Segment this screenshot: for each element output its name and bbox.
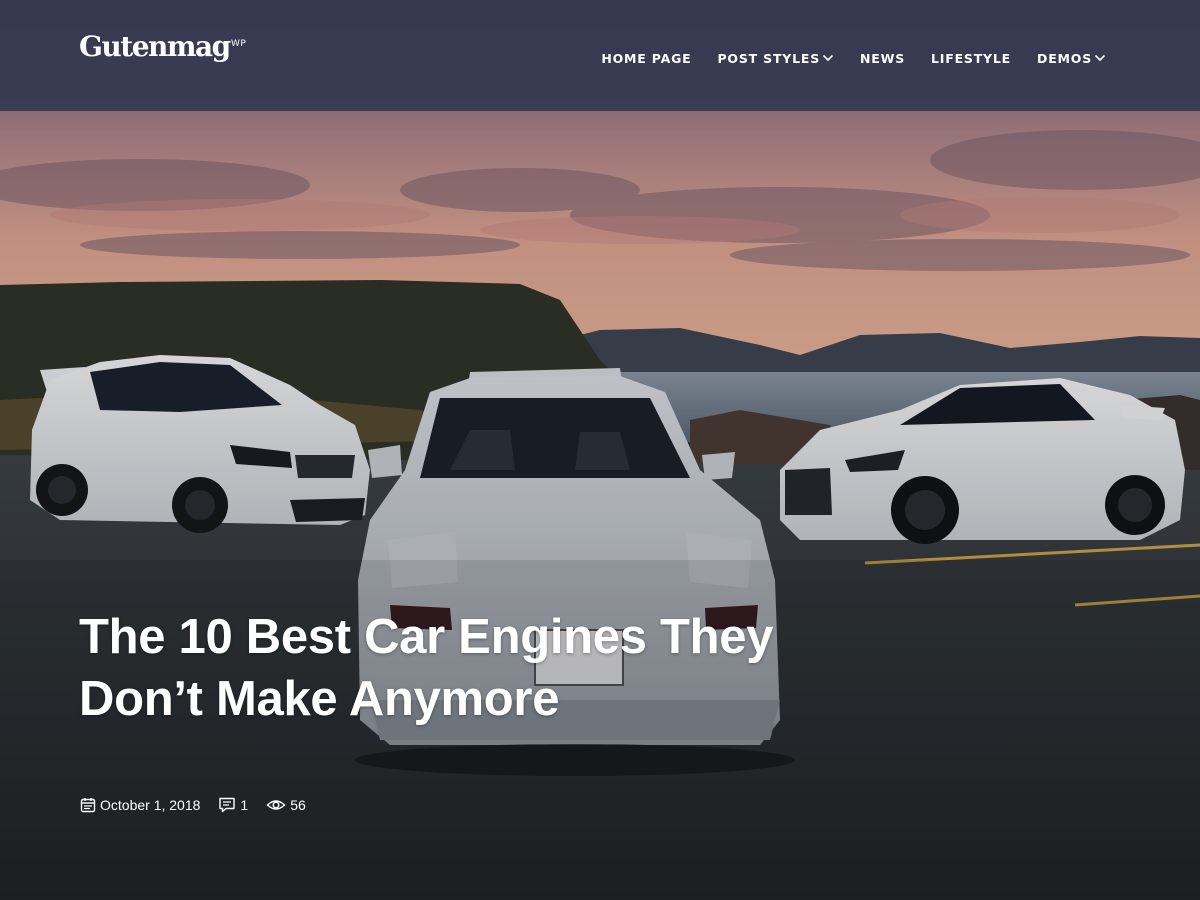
post-date-text: October 1, 2018 — [100, 797, 201, 813]
hero-image — [0, 0, 1200, 900]
nav-item-label: LIFESTYLE — [931, 50, 1012, 66]
nav-news[interactable]: NEWS — [860, 51, 905, 66]
post-views-count: 56 — [290, 797, 306, 813]
nav-post-styles[interactable]: POST STYLES — [717, 51, 834, 66]
comment-icon — [218, 796, 240, 814]
nav-item-label: DEMOS — [1037, 50, 1092, 66]
post-title[interactable]: The 10 Best Car Engines They Don’t Make … — [79, 606, 859, 730]
post-date: October 1, 2018 — [80, 797, 200, 813]
chevron-down-icon — [1094, 54, 1106, 62]
post-views: 56 — [266, 797, 306, 813]
post-comments-count: 1 — [240, 797, 249, 813]
main-nav: HOME PAGE POST STYLES NEWS LIFESTYLE DEM… — [601, 50, 1106, 66]
calendar-icon — [80, 797, 100, 813]
site-logo-sup: WP — [231, 39, 247, 49]
post-comments[interactable]: 1 — [218, 796, 248, 814]
chevron-down-icon — [822, 54, 834, 62]
post-meta: October 1, 2018 1 56 — [80, 795, 324, 815]
nav-item-label: POST STYLES — [717, 50, 821, 66]
nav-item-label: NEWS — [860, 50, 906, 66]
site-header: Gutenmag WP HOME PAGE POST STYLES NEWS L… — [0, 0, 1200, 111]
eye-icon — [266, 797, 290, 813]
site-logo[interactable]: Gutenmag — [79, 33, 231, 61]
nav-home-page[interactable]: HOME PAGE — [601, 51, 691, 66]
nav-lifestyle[interactable]: LIFESTYLE — [931, 51, 1011, 66]
nav-item-label: HOME PAGE — [601, 50, 692, 66]
nav-demos[interactable]: DEMOS — [1037, 51, 1106, 66]
